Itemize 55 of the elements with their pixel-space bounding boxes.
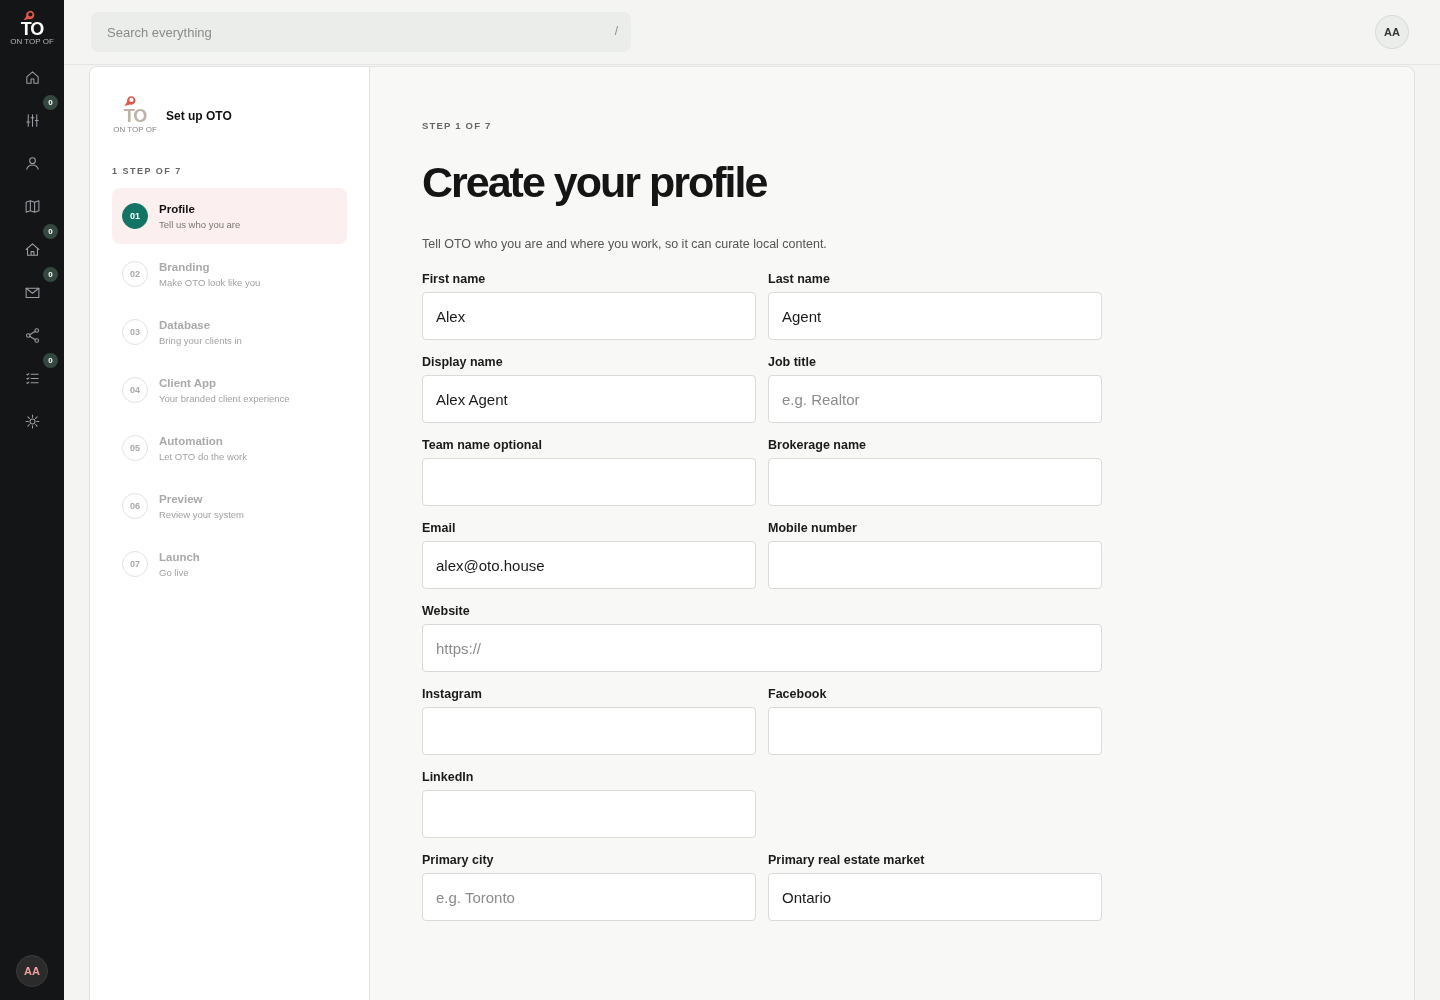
field-label: Primary real estate market [768,853,926,869]
field-label: Email [422,521,457,537]
field-label: Team name optional [422,438,543,454]
input-field[interactable]: Alex [422,292,756,340]
logo-tagline: ON TOP OF [10,37,54,46]
field-label: First name [422,272,487,288]
field-label: Instagram [422,687,483,703]
field-label: Facebook [768,687,828,703]
input-field[interactable]: https:// [422,624,1102,672]
input-field[interactable]: e.g. Realtor [768,375,1102,423]
field-label: Display name [422,355,504,371]
count-badge: 0 [43,267,58,282]
field-label: Job title [768,355,817,371]
home-icon[interactable] [23,69,41,86]
logo-text: TO [20,21,44,37]
input-field[interactable]: Alex Agent [422,375,756,423]
field-label: Brokerage name [768,438,867,454]
shortcut-hint: / [614,24,618,38]
progress-label: 1 STEP OF 7 [112,166,183,176]
intro-text: Tell OTO who you are and where you work, so it can curate local content. [422,237,828,251]
field-label: Website [422,604,471,620]
user-avatar[interactable]: AA [1375,15,1409,49]
input-field[interactable] [768,707,1102,755]
logo-tagline: ON TOP OF [113,125,157,134]
pin-icon [21,10,37,21]
count-badge: 0 [43,95,58,110]
input-field[interactable] [768,458,1102,506]
input-field[interactable]: alex@oto.house [422,541,756,589]
panel-title: Set up OTO [166,109,232,123]
user-avatar[interactable]: AA [16,955,48,987]
step-label: STEP 1 OF 7 [422,120,493,131]
page-title: Create your profile [422,157,768,207]
input-field[interactable] [768,541,1102,589]
input-field[interactable]: Agent [768,292,1102,340]
count-badge: 0 [43,353,58,368]
input-field[interactable] [422,707,756,755]
input-field[interactable] [422,790,756,838]
count-badge: 0 [43,224,58,239]
map-icon[interactable] [23,198,41,215]
field-label: Mobile number [768,521,858,537]
checklist-icon[interactable] [23,370,41,387]
sliders-icon[interactable] [23,112,41,129]
share-icon[interactable] [23,327,41,344]
logo-text: TO [123,107,147,125]
field-label: Last name [768,272,831,288]
settings-icon[interactable] [23,413,41,430]
input-field[interactable] [422,458,756,506]
field-label: LinkedIn [422,770,475,786]
person-icon[interactable] [23,155,41,172]
house-icon[interactable] [23,241,41,258]
input-field[interactable]: Ontario [768,873,1102,921]
step-item[interactable]: 01 Profile Tell us who you are [112,188,347,244]
field-label: Primary city [422,853,495,869]
input-field[interactable]: e.g. Toronto [422,873,756,921]
pin-icon [123,95,137,107]
